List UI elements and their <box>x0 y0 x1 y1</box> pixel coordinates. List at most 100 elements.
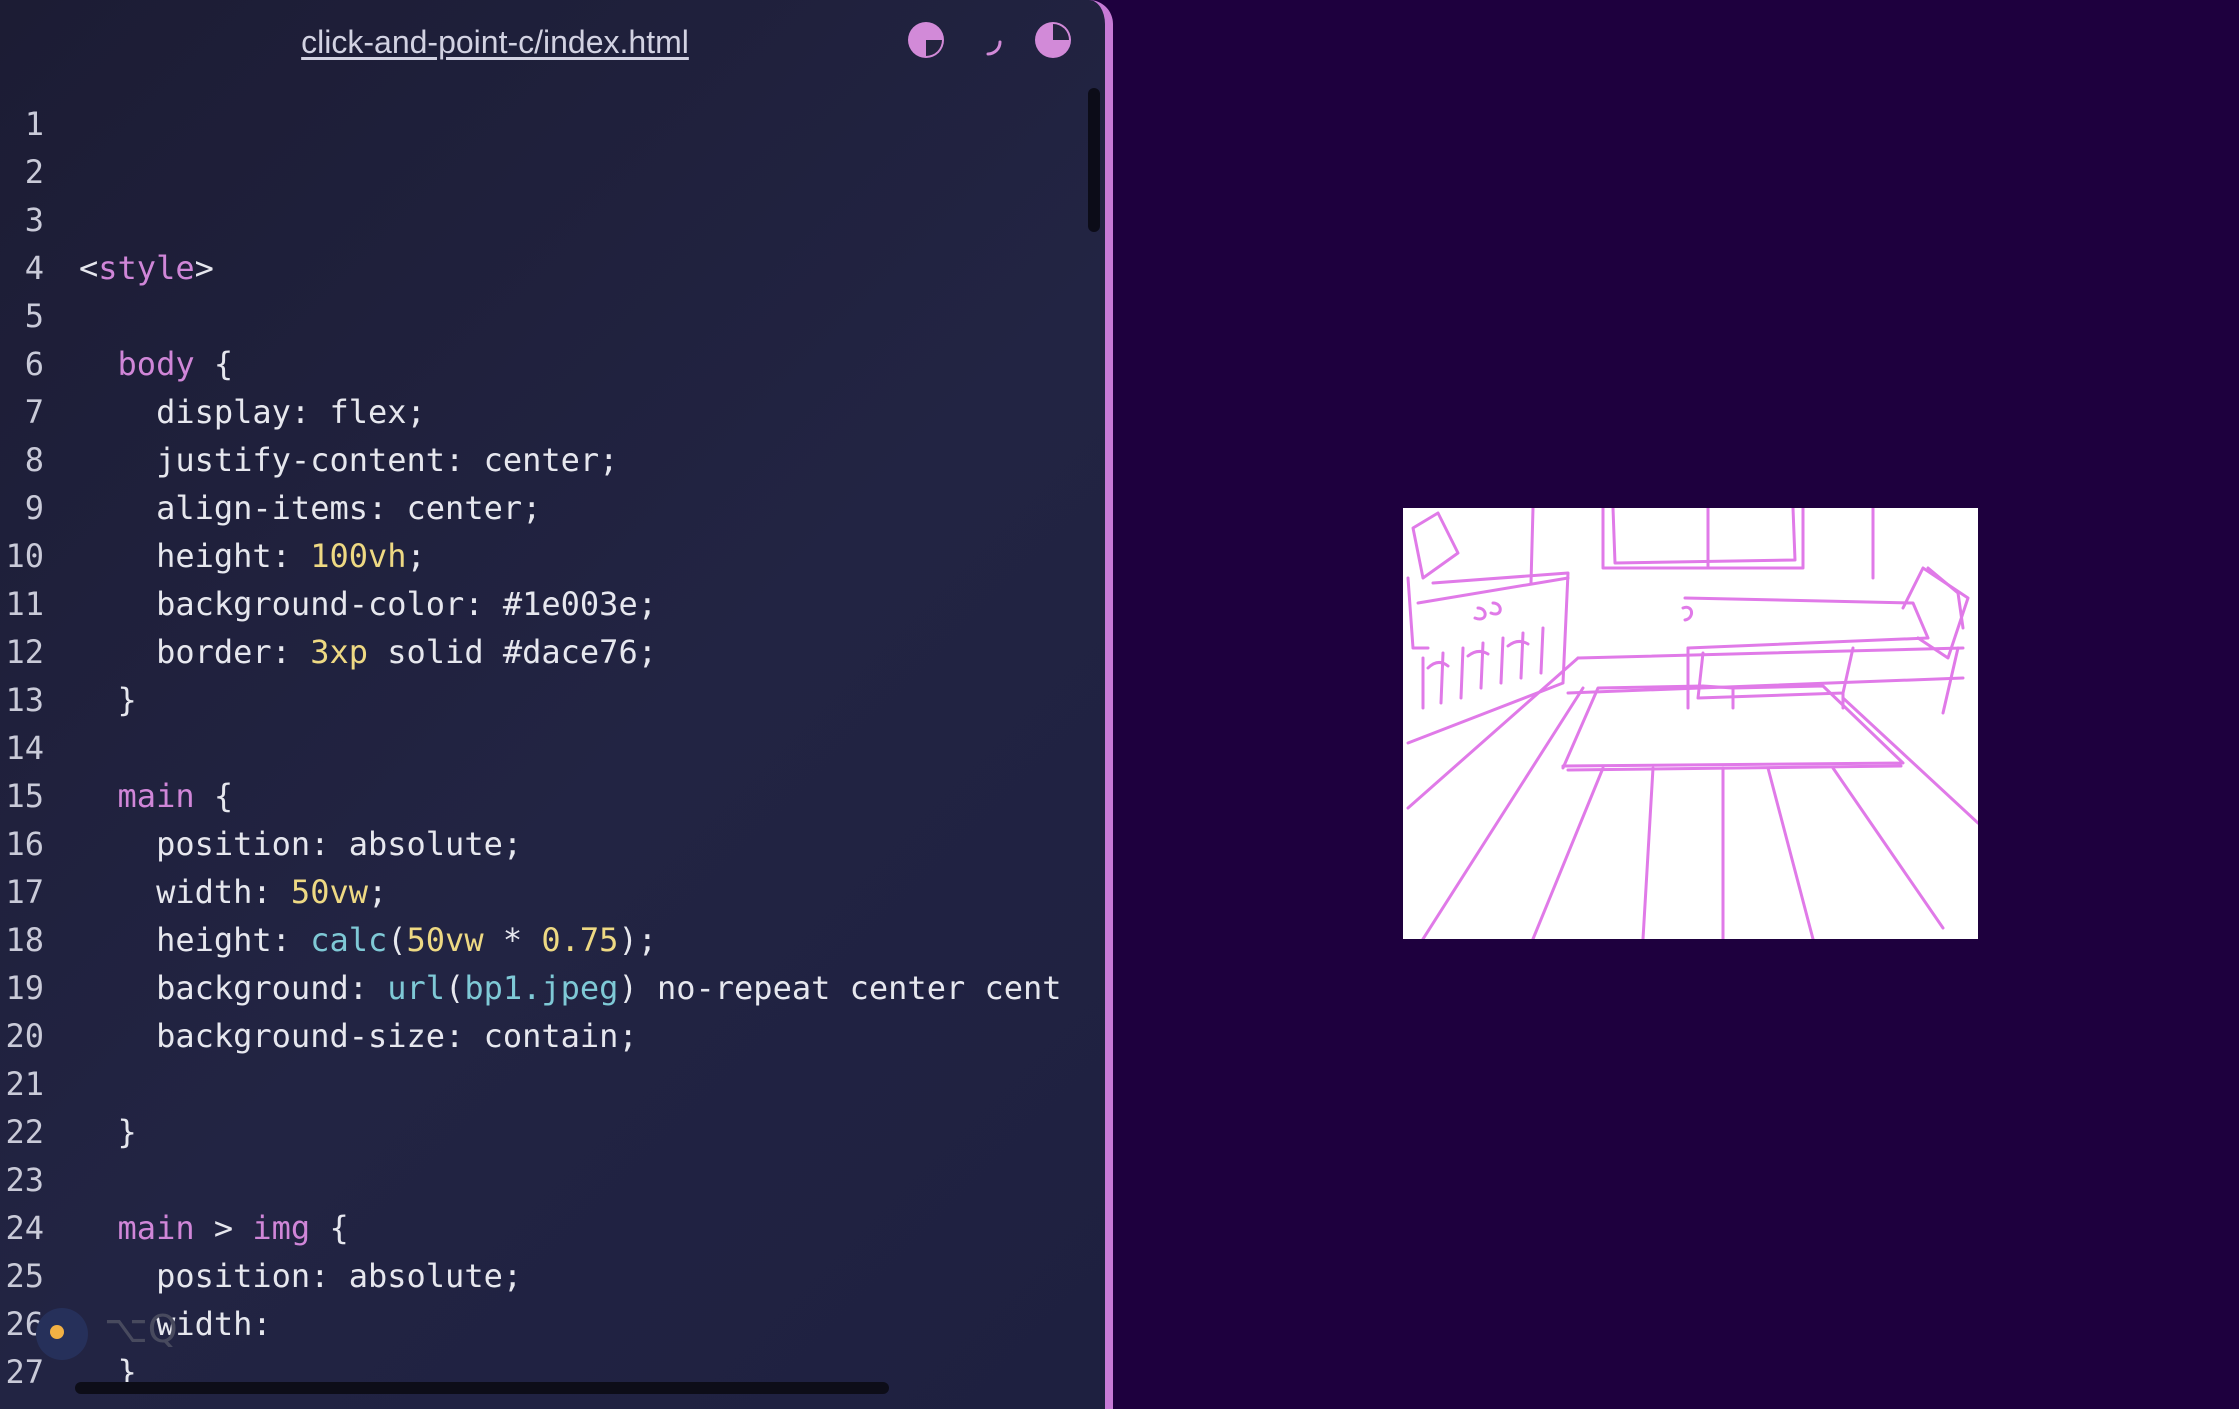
code-token: { <box>194 777 234 815</box>
code-line[interactable]: 23 <box>0 1156 1105 1204</box>
ai-assist-hint[interactable]: ⌥Q <box>36 1305 178 1360</box>
code-line[interactable]: 24 main > img { <box>0 1204 1105 1252</box>
line-content[interactable]: main > img { <box>79 1204 349 1252</box>
code-token: } <box>79 681 137 719</box>
code-line[interactable]: 3 <box>0 196 1105 244</box>
code-token: border: <box>79 633 311 671</box>
code-line[interactable]: 7 display: flex; <box>0 388 1105 436</box>
code-line[interactable]: 10 height: 100vh; <box>0 532 1105 580</box>
line-content[interactable]: background: url(bp1.jpeg) no-repeat cent… <box>79 964 1062 1012</box>
code-line[interactable]: 2 <box>0 148 1105 196</box>
line-content[interactable]: height: calc(50vw * 0.75); <box>79 916 657 964</box>
code-line[interactable]: 21 <box>0 1060 1105 1108</box>
room-sketch-drawing <box>1406 506 1980 941</box>
code-token: width: <box>79 873 291 911</box>
code-line[interactable]: 25 position: absolute; <box>0 1252 1105 1300</box>
code-token: solid #dace76; <box>367 633 657 671</box>
preview-toggle-icon[interactable] <box>1033 20 1073 60</box>
code-token: background-color: #1e003e; <box>79 585 657 623</box>
code-token: 100vh <box>310 537 407 575</box>
code-line[interactable]: 12 border: 3xp solid #dace76; <box>0 628 1105 676</box>
code-line[interactable]: 16 position: absolute; <box>0 820 1105 868</box>
code-token: ; <box>367 873 388 911</box>
file-title-link[interactable]: click-and-point-c/index.html <box>0 24 990 61</box>
code-line[interactable]: 5 <box>0 292 1105 340</box>
line-number: 8 <box>24 441 44 479</box>
code-line[interactable]: 22 } <box>0 1108 1105 1156</box>
code-token: ) no-repeat center cent <box>618 969 1062 1007</box>
line-content[interactable]: position: absolute; <box>79 1252 522 1300</box>
loading-spinner-icon <box>970 20 1010 60</box>
code-token: > <box>194 249 214 287</box>
code-line[interactable]: 6 body { <box>0 340 1105 388</box>
line-number: 7 <box>24 393 44 431</box>
line-content[interactable]: height: 100vh; <box>79 532 426 580</box>
line-number: 17 <box>5 873 44 911</box>
preview-image <box>1403 506 1980 941</box>
code-line[interactable]: 18 height: calc(50vw * 0.75); <box>0 916 1105 964</box>
line-number: 2 <box>24 153 44 191</box>
code-token: main <box>117 1209 195 1247</box>
code-token: 50vw <box>290 873 368 911</box>
code-line[interactable]: 8 justify-content: center; <box>0 436 1105 484</box>
code-token: height: <box>79 537 311 575</box>
code-line[interactable]: 19 background: url(bp1.jpeg) no-repeat c… <box>0 964 1105 1012</box>
code-line[interactable]: 1 <box>0 100 1105 148</box>
code-line[interactable]: 11 background-color: #1e003e; <box>0 580 1105 628</box>
code-token: url <box>387 969 446 1007</box>
line-content[interactable]: <style> <box>79 244 214 292</box>
code-line[interactable]: 9 align-items: center; <box>0 484 1105 532</box>
vertical-scrollbar[interactable] <box>1088 88 1100 232</box>
code-token: { <box>310 1209 349 1247</box>
line-content[interactable]: width: 50vw; <box>79 868 387 916</box>
line-content[interactable]: background-color: #1e003e; <box>79 580 657 628</box>
code-token: ( <box>445 969 465 1007</box>
code-area[interactable]: 1 2 3 4 <style> 5 6 body {7 display: flex; 8 ju… <box>0 100 1105 1396</box>
code-line[interactable]: 15 main { <box>0 772 1105 820</box>
line-number: 5 <box>24 297 44 335</box>
line-content[interactable]: position: absolute; <box>79 820 522 868</box>
status-dot <box>50 1325 64 1339</box>
line-content[interactable]: } <box>79 676 137 724</box>
line-number: 1 <box>24 105 44 143</box>
theme-toggle-icon[interactable] <box>906 20 946 60</box>
code-token: ( <box>387 921 407 959</box>
line-number: 3 <box>24 201 44 239</box>
line-number: 20 <box>5 1017 44 1055</box>
code-token: background-size: contain; <box>79 1017 638 1055</box>
line-number: 23 <box>5 1161 44 1199</box>
code-token: position: absolute; <box>79 825 523 863</box>
line-content[interactable]: main { <box>79 772 234 820</box>
code-token: bp1.jpeg <box>464 969 619 1007</box>
line-number: 9 <box>24 489 44 527</box>
code-token: background: <box>79 969 388 1007</box>
code-line[interactable]: 13 } <box>0 676 1105 724</box>
line-content[interactable]: border: 3xp solid #dace76; <box>79 628 657 676</box>
code-token: 50vw <box>406 921 484 959</box>
code-token: style <box>98 249 195 287</box>
code-line[interactable]: 17 width: 50vw; <box>0 868 1105 916</box>
code-token: 0.75 <box>541 921 619 959</box>
line-number: 18 <box>5 921 44 959</box>
line-number: 10 <box>5 537 44 575</box>
code-line[interactable]: 4 <style> <box>0 244 1105 292</box>
code-line[interactable]: 20 background-size: contain; <box>0 1012 1105 1060</box>
code-token: calc <box>310 921 388 959</box>
line-content[interactable]: justify-content: center; <box>79 436 618 484</box>
code-token: ; <box>406 537 426 575</box>
line-number: 16 <box>5 825 44 863</box>
line-content[interactable]: align-items: center; <box>79 484 541 532</box>
code-token: height: <box>79 921 311 959</box>
code-editor-panel[interactable]: click-and-point-c/index.html 1 2 3 4 <style>… <box>0 0 1113 1409</box>
horizontal-scrollbar[interactable] <box>75 1382 889 1394</box>
line-content[interactable]: } <box>79 1108 137 1156</box>
line-content[interactable]: display: flex; <box>79 388 426 436</box>
code-token: } <box>79 1113 137 1151</box>
code-token: ); <box>618 921 657 959</box>
line-content[interactable]: background-size: contain; <box>79 1012 638 1060</box>
line-content[interactable]: body { <box>79 340 234 388</box>
code-token: align-items: center; <box>79 489 542 527</box>
code-line[interactable]: 14 <box>0 724 1105 772</box>
